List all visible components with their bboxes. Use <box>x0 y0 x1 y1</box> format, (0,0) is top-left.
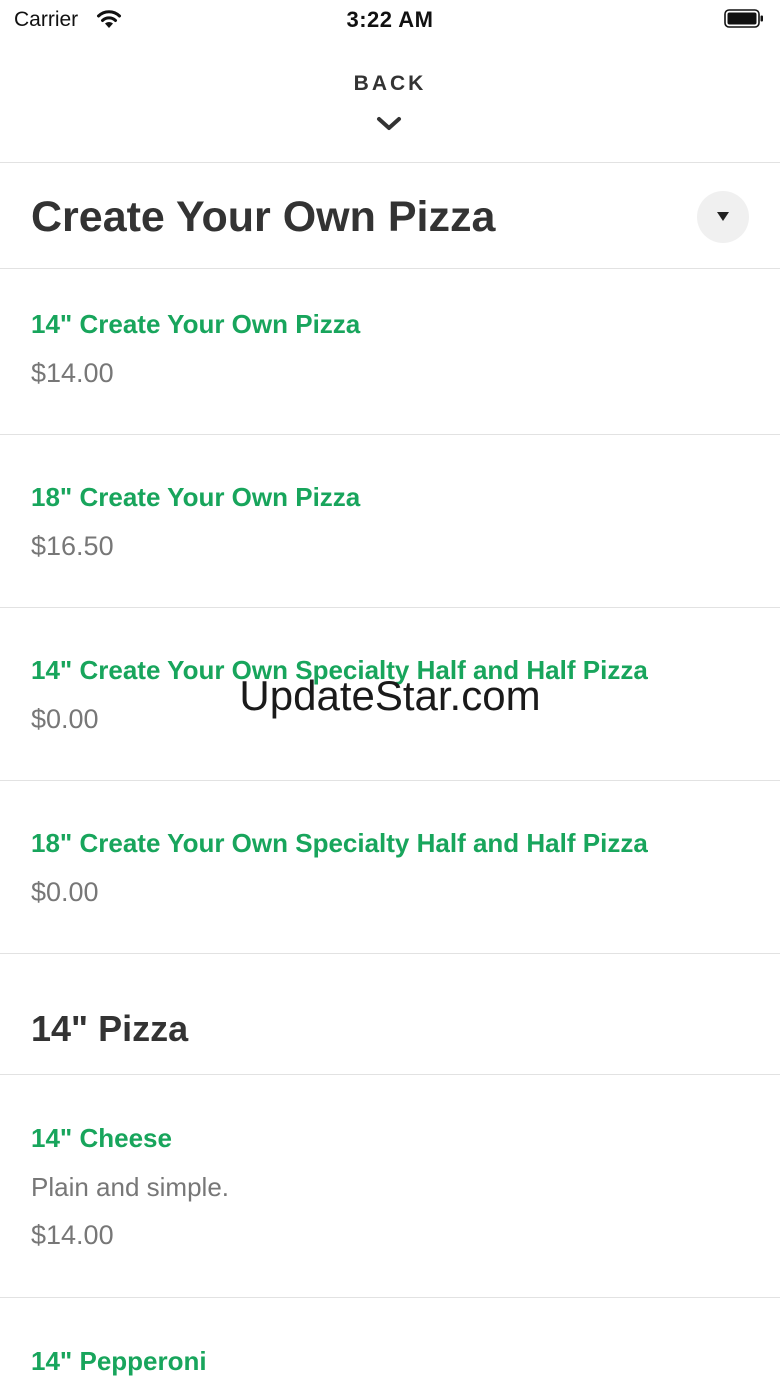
clock: 3:22 AM <box>346 7 434 32</box>
menu-item-name: 14" Cheese <box>31 1123 172 1153</box>
menu-item-price: $0.00 <box>31 877 99 907</box>
menu-item-price: $16.50 <box>31 531 114 561</box>
menu-item-name: 18" Create Your Own Pizza <box>31 482 361 512</box>
section-title: 14" Pizza <box>31 1008 189 1049</box>
menu-item[interactable]: 14" Create Your Own Pizza $14.00 <box>0 269 780 434</box>
menu-item-price: $14.00 <box>31 358 114 388</box>
chevron-down-icon <box>376 116 402 137</box>
section-toggle-button[interactable] <box>697 191 749 243</box>
status-bar: Carrier 3:22 AM <box>0 0 780 40</box>
back-button[interactable]: BACK <box>0 72 780 162</box>
menu-item[interactable]: 18" Create Your Own Pizza $16.50 <box>0 435 780 607</box>
divider <box>0 953 780 954</box>
menu-item-price: $14.00 <box>31 1220 114 1250</box>
section-title: Create Your Own Pizza <box>31 193 496 241</box>
battery-icon <box>724 9 763 28</box>
menu-item[interactable]: 18" Create Your Own Specialty Half and H… <box>0 781 780 953</box>
caret-down-icon <box>717 212 729 221</box>
back-label: BACK <box>353 72 427 95</box>
menu-item-description: Plain and simple. <box>31 1172 229 1202</box>
watermark: UpdateStar.com <box>239 672 541 719</box>
menu-item-name: 18" Create Your Own Specialty Half and H… <box>31 828 648 858</box>
menu-item[interactable]: 14" Cheese Plain and simple. $14.00 <box>0 1075 780 1297</box>
menu-item-name: 14" Create Your Own Pizza <box>31 309 361 339</box>
menu-item[interactable]: 14" Pepperoni <box>0 1298 780 1387</box>
divider <box>0 162 780 163</box>
menu-item-name: 14" Pepperoni <box>31 1346 207 1376</box>
